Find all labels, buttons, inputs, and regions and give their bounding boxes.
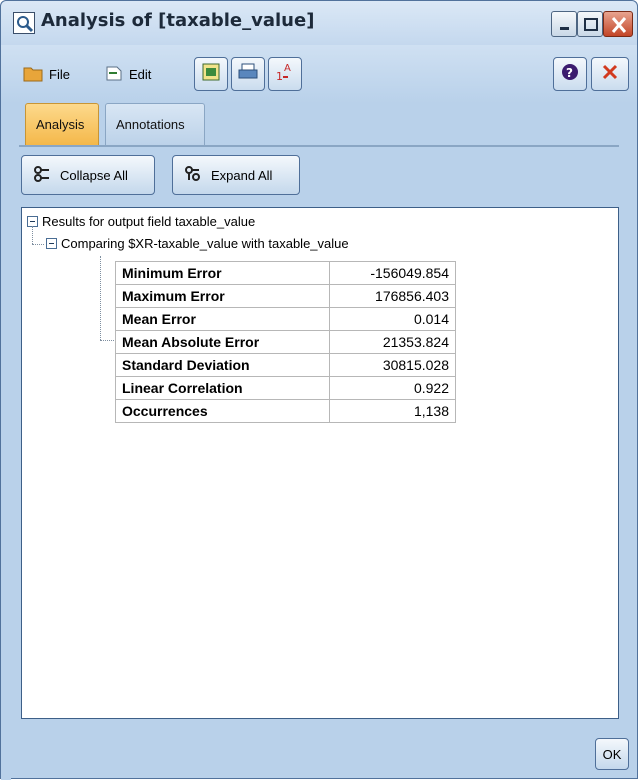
metric-label: Mean Error — [115, 307, 330, 331]
help-icon: ? — [560, 62, 580, 87]
close-x-icon — [600, 62, 620, 87]
print-button[interactable] — [231, 57, 265, 91]
file-menu-label: File — [49, 66, 70, 82]
title-bar[interactable]: Analysis of [taxable_value] — [1, 1, 637, 45]
table-export-icon — [201, 62, 221, 87]
edit-menu[interactable]: Edit — [105, 63, 151, 85]
metric-value: 30815.028 — [329, 353, 456, 377]
tab-analysis[interactable]: Analysis — [25, 103, 99, 145]
analysis-output-panel: Results for output field taxable_value C… — [21, 207, 619, 719]
svg-text:?: ? — [566, 66, 573, 80]
tab-divider — [19, 145, 619, 147]
window-left-edge — [1, 103, 11, 780]
tree-child-label: Comparing $XR-taxable_value with taxable… — [61, 236, 349, 251]
footer-bar — [1, 721, 637, 778]
table-row: Standard Deviation 30815.028 — [115, 353, 456, 377]
sort-button[interactable]: 1A — [268, 57, 302, 91]
svg-text:1: 1 — [276, 70, 283, 83]
tab-strip: Analysis Annotations — [1, 103, 637, 147]
results-table: Minimum Error -156049.854 Maximum Error … — [115, 261, 456, 423]
metric-label: Maximum Error — [115, 284, 330, 308]
metric-label: Minimum Error — [115, 261, 330, 285]
metric-value: 1,138 — [329, 399, 456, 423]
edit-icon — [105, 64, 123, 85]
tree-root-label: Results for output field taxable_value — [42, 214, 256, 229]
collapse-child-icon[interactable] — [46, 238, 57, 249]
metric-value: 0.014 — [329, 307, 456, 331]
expand-all-button[interactable]: Expand All — [172, 155, 300, 195]
table-row: Linear Correlation 0.922 — [115, 376, 456, 400]
tree-connector — [100, 256, 101, 340]
folder-icon — [23, 64, 43, 85]
metric-value: 176856.403 — [329, 284, 456, 308]
help-button[interactable]: ? — [553, 57, 587, 91]
metric-value: 21353.824 — [329, 330, 456, 354]
window-title: Analysis of [taxable_value] — [41, 10, 315, 31]
metric-value: -156049.854 — [329, 261, 456, 285]
table-row: Maximum Error 176856.403 — [115, 284, 456, 308]
table-row: Mean Absolute Error 21353.824 — [115, 330, 456, 354]
tree-child[interactable]: Comparing $XR-taxable_value with taxable… — [46, 236, 349, 251]
close-output-button[interactable] — [591, 57, 629, 91]
edit-menu-label: Edit — [129, 66, 152, 82]
metric-value: 0.922 — [329, 376, 456, 400]
tree-root[interactable]: Results for output field taxable_value — [27, 214, 255, 229]
metric-label: Standard Deviation — [115, 353, 330, 377]
print-icon — [237, 62, 259, 87]
minimize-button[interactable] — [551, 11, 577, 37]
analysis-window: Analysis of [taxable_value] File Edit 1 … — [0, 0, 638, 780]
svg-text:A: A — [284, 63, 291, 74]
tree-connector — [100, 340, 114, 341]
toolbar: File Edit 1A ? — [1, 45, 637, 103]
metric-label: Occurrences — [115, 399, 330, 423]
collapse-all-button[interactable]: Collapse All — [21, 155, 155, 195]
tab-annotations[interactable]: Annotations — [105, 103, 205, 145]
maximize-button[interactable] — [577, 11, 603, 37]
metric-label: Mean Absolute Error — [115, 330, 330, 354]
file-menu[interactable]: File — [23, 63, 70, 85]
table-row: Occurrences 1,138 — [115, 399, 456, 423]
expand-all-label: Expand All — [211, 167, 273, 183]
table-row: Minimum Error -156049.854 — [115, 261, 456, 285]
metric-label: Linear Correlation — [115, 376, 330, 400]
tree-connector — [32, 226, 33, 244]
table-row: Mean Error 0.014 — [115, 307, 456, 331]
export-table-button[interactable] — [194, 57, 228, 91]
analysis-magnifier-icon — [13, 12, 35, 34]
sort-icon: 1A — [274, 61, 296, 88]
expand-icon — [183, 164, 203, 187]
ok-button[interactable]: OK — [595, 738, 629, 770]
collapse-all-label: Collapse All — [60, 167, 128, 183]
collapse-icon — [32, 164, 52, 187]
tree-connector — [32, 244, 44, 245]
window-close-button[interactable] — [603, 11, 633, 37]
